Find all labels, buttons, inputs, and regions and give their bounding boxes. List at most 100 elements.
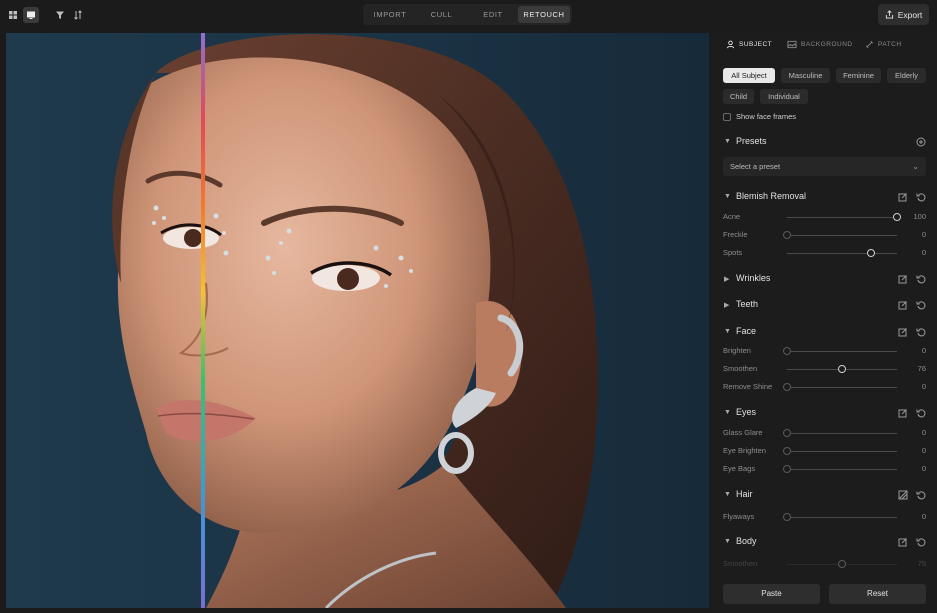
slider-body-smoothen[interactable]: Smoothen 75 xyxy=(712,558,937,570)
slider-handle[interactable] xyxy=(838,560,846,568)
photo-canvas[interactable] xyxy=(6,33,709,608)
slider-label: Flyaways xyxy=(723,512,755,521)
show-face-frames[interactable]: Show face frames xyxy=(723,112,796,121)
chip-individual[interactable]: Individual xyxy=(760,89,808,104)
export-label: Export xyxy=(897,9,923,20)
reset-icon[interactable] xyxy=(916,274,926,284)
tab-edit[interactable]: EDIT xyxy=(468,6,518,23)
slider-handle[interactable] xyxy=(783,383,791,391)
section-teeth[interactable]: ▶ Teeth xyxy=(712,297,937,313)
chip-child[interactable]: Child xyxy=(723,89,754,104)
section-hair[interactable]: ▼ Hair xyxy=(712,487,937,503)
section-wrinkles[interactable]: ▶ Wrinkles xyxy=(712,271,937,287)
reset-button[interactable]: Reset xyxy=(829,584,926,604)
slider-label: Spots xyxy=(723,248,743,257)
subtab-subject-label: SUBJECT xyxy=(739,41,773,48)
person-icon xyxy=(726,40,735,49)
reset-icon[interactable] xyxy=(916,537,926,547)
reset-icon[interactable] xyxy=(916,327,926,337)
filter-icon[interactable] xyxy=(52,7,68,23)
slider-handle[interactable] xyxy=(783,465,791,473)
section-blemish-removal[interactable]: ▼ Blemish Removal xyxy=(712,189,937,205)
slider-track[interactable] xyxy=(787,351,897,352)
retouch-panel: SUBJECT BACKGROUND PATCH All Subject Mas… xyxy=(712,30,937,613)
slider-smoothen[interactable]: Smoothen 76 xyxy=(712,363,937,375)
slider-handle[interactable] xyxy=(783,513,791,521)
edit-icon[interactable] xyxy=(898,300,908,310)
export-button[interactable]: Export xyxy=(878,4,929,25)
slider-track[interactable] xyxy=(787,253,897,254)
slider-value: 0 xyxy=(921,248,926,257)
add-preset-icon[interactable] xyxy=(916,137,926,147)
mask-icon[interactable] xyxy=(898,490,908,500)
slider-track[interactable] xyxy=(787,469,897,470)
slider-track[interactable] xyxy=(787,217,897,218)
slider-track[interactable] xyxy=(787,517,897,518)
tab-cull[interactable]: CULL xyxy=(415,6,468,23)
tab-retouch[interactable]: RETOUCH xyxy=(518,6,570,23)
edit-icon[interactable] xyxy=(898,274,908,284)
subtab-patch[interactable]: PATCH xyxy=(865,40,902,49)
slider-eye-bags[interactable]: Eye Bags 0 xyxy=(712,463,937,475)
slider-label: Eye Bags xyxy=(723,464,756,473)
reset-icon[interactable] xyxy=(916,192,926,202)
slider-track[interactable] xyxy=(787,433,897,434)
edit-icon[interactable] xyxy=(898,537,908,547)
preset-select[interactable]: Select a preset ⌄ xyxy=(723,157,926,176)
chip-masculine[interactable]: Masculine xyxy=(781,68,830,83)
sort-icon[interactable] xyxy=(70,7,86,23)
slider-label: Brighten xyxy=(723,346,751,355)
slider-track[interactable] xyxy=(787,451,897,452)
section-body[interactable]: ▼ Body xyxy=(712,534,937,550)
chevron-down-icon: ▼ xyxy=(724,193,731,200)
slider-handle[interactable] xyxy=(783,429,791,437)
edit-icon[interactable] xyxy=(898,408,908,418)
section-title: Blemish Removal xyxy=(736,191,807,201)
slider-label: Acne xyxy=(723,212,741,221)
single-view-icon[interactable] xyxy=(23,7,39,23)
slider-spots[interactable]: Spots 0 xyxy=(712,247,937,259)
slider-handle[interactable] xyxy=(783,231,791,239)
reset-icon[interactable] xyxy=(916,300,926,310)
slider-brighten[interactable]: Brighten 0 xyxy=(712,345,937,357)
slider-handle[interactable] xyxy=(838,365,846,373)
section-face[interactable]: ▼ Face xyxy=(712,324,937,340)
slider-track[interactable] xyxy=(787,387,897,388)
section-title: Hair xyxy=(736,489,753,499)
slider-flyaways[interactable]: Flyaways 0 xyxy=(712,511,937,523)
slider-value: 0 xyxy=(921,464,926,473)
slider-freckle[interactable]: Freckle 0 xyxy=(712,229,937,241)
slider-track[interactable] xyxy=(787,235,897,236)
subtab-patch-label: PATCH xyxy=(878,41,902,48)
section-presets[interactable]: ▼ Presets xyxy=(712,134,937,150)
bandage-icon xyxy=(866,41,873,48)
reset-icon[interactable] xyxy=(916,408,926,418)
image-icon xyxy=(787,40,797,49)
slider-handle[interactable] xyxy=(783,347,791,355)
slider-remove-shine[interactable]: Remove Shine 0 xyxy=(712,381,937,393)
section-eyes[interactable]: ▼ Eyes xyxy=(712,405,937,421)
slider-handle[interactable] xyxy=(783,447,791,455)
chevron-down-icon: ⌄ xyxy=(912,162,919,171)
section-title: Teeth xyxy=(736,299,759,309)
chip-feminine[interactable]: Feminine xyxy=(836,68,881,83)
slider-acne[interactable]: Acne 100 xyxy=(712,211,937,223)
slider-handle[interactable] xyxy=(866,249,875,257)
paste-button[interactable]: Paste xyxy=(723,584,820,604)
reset-icon[interactable] xyxy=(916,490,926,500)
slider-eye-brighten[interactable]: Eye Brighten 0 xyxy=(712,445,937,457)
slider-glass-glare[interactable]: Glass Glare 0 xyxy=(712,427,937,439)
edit-icon[interactable] xyxy=(898,192,908,202)
tab-import[interactable]: IMPORT xyxy=(365,6,415,23)
top-bar: IMPORT CULL EDIT RETOUCH Export xyxy=(0,0,937,30)
show-face-frames-checkbox[interactable] xyxy=(723,112,731,121)
chip-elderly[interactable]: Elderly xyxy=(887,68,926,83)
slider-handle[interactable] xyxy=(893,213,901,221)
chip-all-subject[interactable]: All Subject xyxy=(723,68,775,83)
grid-view-icon[interactable] xyxy=(5,7,21,23)
preset-select-value: Select a preset xyxy=(730,162,781,171)
subtab-background[interactable]: BACKGROUND xyxy=(787,40,853,49)
subtab-subject[interactable]: SUBJECT xyxy=(726,40,772,49)
edit-icon[interactable] xyxy=(898,327,908,337)
chevron-down-icon: ▼ xyxy=(724,538,731,545)
